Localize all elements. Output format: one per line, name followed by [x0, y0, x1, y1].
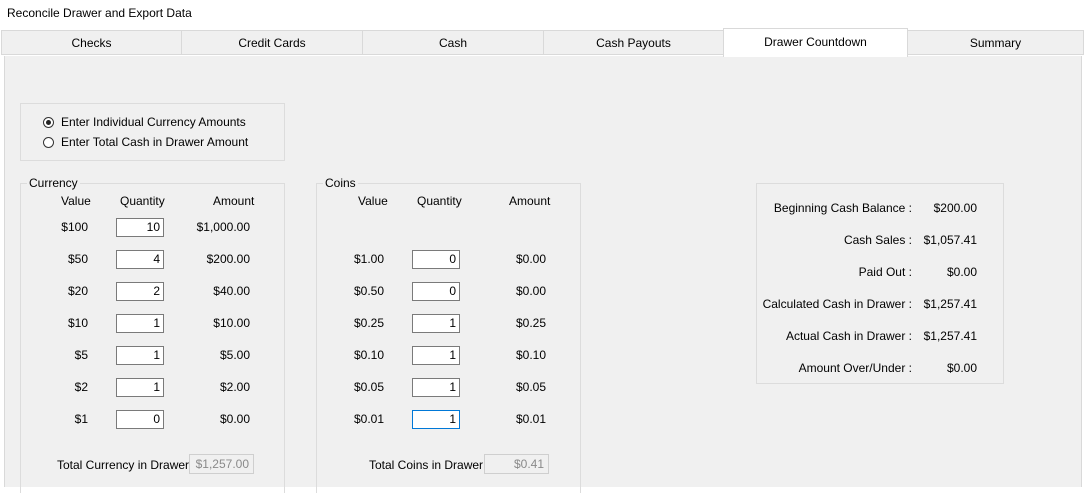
tab-bar: Checks Credit Cards Cash Cash Payouts Dr… — [0, 28, 1085, 57]
coin-amount: $0.00 — [515, 284, 546, 298]
coin-value: $0.25 — [353, 316, 384, 330]
tab-checks[interactable]: Checks — [1, 30, 182, 55]
currency-amount: $2.00 — [219, 380, 250, 394]
coin-value: $0.10 — [353, 348, 384, 362]
total-currency-label: Total Currency in Drawer: — [57, 458, 193, 472]
currency-amount: $0.00 — [219, 412, 250, 426]
coins-header-value: Value — [358, 194, 388, 208]
currency-amount: $1,000.00 — [196, 220, 250, 234]
coin-value: $1.00 — [353, 252, 384, 266]
currency-value: $10 — [67, 316, 88, 330]
coin-value: $0.01 — [353, 412, 384, 426]
currency-amount: $5.00 — [219, 348, 250, 362]
coin-amount: $0.05 — [515, 380, 546, 394]
currency-value: $1 — [74, 412, 88, 426]
summary-value: $1,257.41 — [923, 329, 977, 343]
radio-unchecked-icon[interactable] — [43, 136, 54, 148]
coin-amount: $0.10 — [515, 348, 546, 362]
coin-quantity-input[interactable]: 0 — [412, 282, 460, 301]
summary-group: Beginning Cash Balance : $200.00 Cash Sa… — [756, 183, 1004, 384]
currency-header-amount: Amount — [213, 194, 255, 208]
currency-value: $50 — [67, 252, 88, 266]
total-coins-field: $0.41 — [484, 454, 549, 474]
coin-amount: $0.01 — [515, 412, 546, 426]
currency-quantity-input[interactable]: 1 — [116, 314, 164, 333]
coins-header-amount: Amount — [509, 194, 551, 208]
coins-legend: Coins — [323, 176, 358, 190]
summary-value: $1,057.41 — [923, 233, 977, 247]
coins-header-quantity: Quantity — [417, 194, 462, 208]
summary-value: $200.00 — [933, 201, 977, 215]
currency-header-quantity: Quantity — [120, 194, 165, 208]
currency-value: $20 — [67, 284, 88, 298]
window-title: Reconcile Drawer and Export Data — [7, 6, 192, 20]
drawer-countdown-panel: Enter Individual Currency Amounts Enter … — [4, 56, 1082, 493]
radio-checked-icon[interactable] — [43, 116, 54, 128]
currency-amount: $40.00 — [213, 284, 250, 298]
summary-label: Actual Cash in Drawer : — [785, 329, 912, 343]
currency-value: $2 — [74, 380, 88, 394]
radio-label: Enter Total Cash in Drawer Amount — [61, 135, 249, 149]
coin-amount: $0.00 — [515, 252, 546, 266]
currency-value: $5 — [74, 348, 88, 362]
coin-quantity-input[interactable]: 0 — [412, 250, 460, 269]
currency-group: Currency Value Quantity Amount $100 10 $… — [20, 176, 285, 493]
tab-cash-payouts[interactable]: Cash Payouts — [543, 30, 724, 55]
currency-quantity-input[interactable]: 1 — [116, 378, 164, 397]
currency-amount: $200.00 — [206, 252, 250, 266]
coin-quantity-input[interactable]: 1 — [412, 314, 460, 333]
currency-quantity-input[interactable]: 1 — [116, 346, 164, 365]
coin-amount: $0.25 — [515, 316, 546, 330]
summary-value: $0.00 — [946, 265, 977, 279]
coin-quantity-input-focused[interactable]: 1 — [412, 410, 460, 429]
currency-quantity-input[interactable]: 4 — [116, 250, 164, 269]
summary-value: $1,257.41 — [923, 297, 977, 311]
tab-credit-cards[interactable]: Credit Cards — [181, 30, 363, 55]
coin-value: $0.50 — [353, 284, 384, 298]
currency-amount: $10.00 — [213, 316, 250, 330]
summary-label: Cash Sales : — [843, 233, 912, 247]
radio-individual-amounts[interactable]: Enter Individual Currency Amounts — [43, 114, 246, 130]
currency-quantity-input[interactable]: 10 — [116, 218, 164, 237]
total-coins-label: Total Coins in Drawer: — [369, 458, 487, 472]
tab-summary[interactable]: Summary — [907, 30, 1084, 55]
radio-total-cash[interactable]: Enter Total Cash in Drawer Amount — [43, 134, 248, 150]
currency-header-value: Value — [61, 194, 91, 208]
summary-label: Amount Over/Under : — [798, 361, 912, 375]
total-currency-field: $1,257.00 — [189, 454, 254, 474]
currency-quantity-input[interactable]: 2 — [116, 282, 164, 301]
radio-label: Enter Individual Currency Amounts — [61, 115, 246, 129]
currency-quantity-input[interactable]: 0 — [116, 410, 164, 429]
tab-drawer-countdown[interactable]: Drawer Countdown — [723, 28, 908, 57]
currency-legend: Currency — [27, 176, 80, 190]
coin-quantity-input[interactable]: 1 — [412, 346, 460, 365]
entry-mode-group: Enter Individual Currency Amounts Enter … — [20, 103, 285, 161]
coin-quantity-input[interactable]: 1 — [412, 378, 460, 397]
summary-value: $0.00 — [946, 361, 977, 375]
currency-value: $100 — [61, 220, 88, 234]
summary-label: Beginning Cash Balance : — [773, 201, 912, 215]
coins-group: Coins Value Quantity Amount $1.00 0 $0.0… — [316, 176, 581, 493]
summary-label: Paid Out : — [858, 265, 912, 279]
coin-value: $0.05 — [353, 380, 384, 394]
tab-cash[interactable]: Cash — [362, 30, 544, 55]
summary-label: Calculated Cash in Drawer : — [762, 297, 912, 311]
